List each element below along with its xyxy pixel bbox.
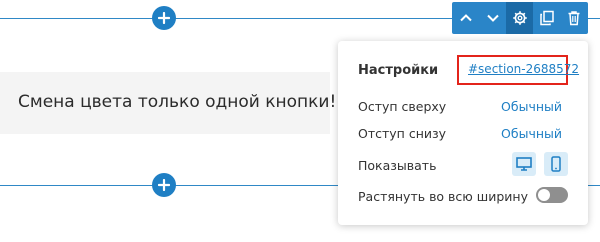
settings-title: Настройки [358, 63, 439, 78]
plus-icon [158, 179, 170, 191]
move-down-button[interactable] [479, 2, 506, 34]
copy-icon [539, 10, 554, 26]
padding-bottom-select[interactable]: Обычный [501, 126, 562, 141]
chevron-up-icon [459, 14, 472, 22]
show-on-desktop-toggle[interactable] [512, 152, 536, 176]
trash-icon [568, 11, 579, 26]
gear-icon [512, 11, 527, 25]
chevron-down-icon [486, 14, 499, 22]
toggle-knob [538, 189, 550, 201]
desktop-icon [516, 157, 532, 171]
padding-top-label: Оступ сверху [358, 99, 447, 114]
mobile-icon [551, 156, 561, 172]
padding-bottom-label: Отступ снизу [358, 126, 447, 141]
settings-button[interactable] [506, 2, 533, 34]
section-anchor-link[interactable]: #section-2688572 [468, 62, 579, 76]
full-width-label: Растянуть во всю ширину [358, 189, 528, 204]
full-width-toggle[interactable] [536, 187, 568, 203]
section-text: Смена цвета только одной кнопки! [18, 92, 337, 112]
delete-button[interactable] [560, 2, 587, 34]
settings-panel: Настройки #section-2688572 Оступ сверху … [338, 41, 588, 225]
section-toolbar [452, 2, 588, 34]
plus-icon [158, 12, 170, 24]
duplicate-button[interactable] [533, 2, 560, 34]
padding-top-select[interactable]: Обычный [501, 99, 562, 114]
move-up-button[interactable] [452, 2, 479, 34]
add-section-button-top[interactable] [152, 6, 176, 30]
visibility-label: Показывать [358, 158, 437, 173]
add-section-button-bottom[interactable] [152, 173, 176, 197]
show-on-mobile-toggle[interactable] [544, 152, 568, 176]
